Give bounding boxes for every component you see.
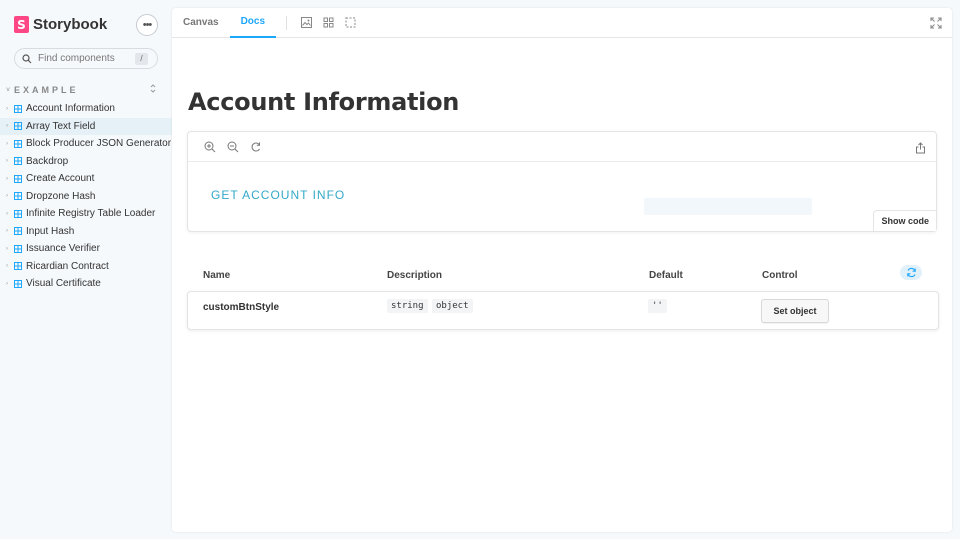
sidebar: S Storybook ••• / ˅ EXAMPLE › Account In…: [0, 0, 172, 539]
reset-controls-button[interactable]: [900, 265, 922, 280]
header-default: Default: [649, 270, 683, 281]
type-chip: object: [432, 299, 473, 313]
search-input[interactable]: [38, 53, 133, 64]
chevron-right-icon: ›: [6, 140, 8, 147]
sidebar-item-label: Backdrop: [26, 155, 69, 167]
sidebar-item-block-producer-json-generator[interactable]: › Block Producer JSON Generator: [0, 135, 172, 153]
header-control: Control: [762, 270, 798, 281]
search-icon: [21, 53, 33, 65]
preview-toolbar: [188, 132, 936, 162]
brand[interactable]: S Storybook: [14, 16, 107, 33]
chevron-right-icon: ›: [6, 245, 8, 252]
sidebar-item-ricardian-contract[interactable]: › Ricardian Contract: [0, 258, 172, 276]
grid-icon[interactable]: [317, 8, 339, 38]
sidebar-item-backdrop[interactable]: › Backdrop: [0, 153, 172, 171]
chevron-right-icon: ›: [6, 123, 8, 130]
chevron-right-icon: ›: [6, 105, 8, 112]
sidebar-item-label: Array Text Field: [26, 120, 96, 132]
group-header-example[interactable]: ˅ EXAMPLE: [6, 84, 166, 96]
chevron-right-icon: ›: [6, 175, 8, 182]
expand-collapse-icon[interactable]: [150, 84, 156, 95]
page-title: Account Information: [188, 88, 460, 116]
chevron-down-icon: ˅: [6, 86, 11, 94]
search-box[interactable]: /: [14, 48, 158, 69]
table-row: customBtnStyle string object '' Set obje…: [187, 291, 939, 330]
component-tree: › Account Information › Array Text Field…: [0, 100, 172, 293]
get-account-info-button[interactable]: GET ACCOUNT INFO: [211, 188, 345, 202]
default-value-chip: '': [648, 299, 667, 313]
zoom-reset-icon[interactable]: [244, 139, 267, 155]
sidebar-item-account-information[interactable]: › Account Information: [0, 100, 172, 118]
chevron-right-icon: ›: [6, 280, 8, 287]
tab-docs[interactable]: Docs: [229, 8, 277, 38]
show-code-button[interactable]: Show code: [873, 210, 936, 231]
sidebar-item-create-account[interactable]: › Create Account: [0, 170, 172, 188]
story-preview: GET ACCOUNT INFO Show code: [187, 131, 937, 232]
component-icon: [14, 227, 22, 236]
image-icon[interactable]: [295, 8, 317, 38]
sidebar-item-label: Dropzone Hash: [26, 190, 96, 202]
search-shortcut-key: /: [135, 52, 148, 65]
chevron-right-icon: ›: [6, 263, 8, 270]
component-icon: [14, 122, 22, 131]
sidebar-item-label: Block Producer JSON Generator: [26, 138, 172, 150]
sidebar-item-array-text-field[interactable]: › Array Text Field: [0, 117, 172, 135]
component-icon: [14, 139, 22, 148]
sidebar-menu-button[interactable]: •••: [136, 14, 158, 36]
sidebar-item-label: Infinite Registry Table Loader: [26, 208, 156, 220]
component-icon: [14, 157, 22, 166]
share-icon[interactable]: [915, 141, 926, 159]
sidebar-item-visual-certificate[interactable]: › Visual Certificate: [0, 275, 172, 293]
sidebar-item-label: Ricardian Contract: [26, 260, 109, 272]
sidebar-item-label: Account Information: [26, 103, 115, 115]
chevron-right-icon: ›: [6, 228, 8, 235]
component-icon: [14, 244, 22, 253]
type-chip: string: [387, 299, 428, 313]
header-description: Description: [387, 270, 443, 281]
chevron-right-icon: ›: [6, 210, 8, 217]
toolbar: Canvas Docs: [172, 8, 952, 38]
refresh-icon: [906, 267, 916, 278]
component-icon: [14, 192, 22, 201]
sidebar-item-label: Issuance Verifier: [26, 243, 100, 255]
zoom-in-icon[interactable]: [198, 139, 221, 155]
sidebar-item-input-hash[interactable]: › Input Hash: [0, 223, 172, 241]
component-icon: [14, 104, 22, 113]
main-panel: Canvas Docs Account Information GET ACCO…: [172, 8, 952, 532]
zoom-out-icon[interactable]: [221, 139, 244, 155]
header-name: Name: [203, 270, 231, 281]
group-label: EXAMPLE: [14, 85, 79, 95]
sidebar-item-dropzone-hash[interactable]: › Dropzone Hash: [0, 188, 172, 206]
props-table-header: Name Description Default Control: [187, 265, 937, 284]
outline-icon[interactable]: [339, 8, 361, 38]
sidebar-item-label: Input Hash: [26, 225, 75, 237]
prop-name: customBtnStyle: [203, 302, 280, 313]
sidebar-item-infinite-registry-table-loader[interactable]: › Infinite Registry Table Loader: [0, 205, 172, 223]
brand-name: Storybook: [33, 16, 108, 33]
faint-overlay: [644, 198, 812, 215]
component-icon: [14, 209, 22, 218]
sidebar-item-label: Visual Certificate: [26, 278, 101, 290]
storybook-logo-icon: S: [14, 16, 29, 33]
chevron-right-icon: ›: [6, 158, 8, 165]
set-object-button[interactable]: Set object: [761, 299, 829, 323]
fullscreen-icon[interactable]: [930, 16, 942, 34]
component-icon: [14, 279, 22, 288]
sidebar-item-label: Create Account: [26, 173, 95, 185]
tab-canvas[interactable]: Canvas: [172, 8, 230, 38]
sidebar-item-issuance-verifier[interactable]: › Issuance Verifier: [0, 240, 172, 258]
toolbar-divider: [286, 15, 288, 30]
component-icon: [14, 174, 22, 183]
chevron-right-icon: ›: [6, 193, 8, 200]
component-icon: [14, 262, 22, 271]
